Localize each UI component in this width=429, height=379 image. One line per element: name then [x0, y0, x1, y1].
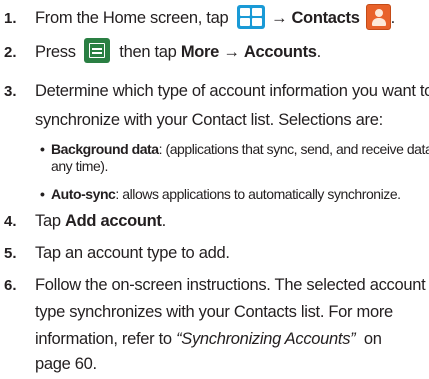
contacts-label: Contacts [291, 9, 360, 27]
bullet-dot: • [40, 141, 45, 157]
step-6-refer: information, refer to [35, 330, 172, 348]
step-3-line-1: Determine which type of account informat… [35, 82, 429, 100]
bullet-term: Background data [51, 141, 159, 157]
step-6-line-1: Follow the on-screen instructions. The s… [35, 276, 426, 294]
step-2-then: then tap [119, 43, 177, 61]
step-3-line-2: synchronize with your Contact list. Sele… [35, 111, 383, 129]
step-text: Press then tap More → Accounts. [35, 38, 427, 67]
menu-key-icon [83, 38, 110, 64]
step-4-end: . [161, 212, 167, 230]
step-6-on: on [363, 330, 382, 348]
step-1-end: . [390, 9, 396, 27]
step-number: 2. [4, 44, 17, 61]
bullet-text-line-2: any time). [51, 158, 108, 174]
step-number: 1. [4, 10, 17, 27]
step-number: 5. [4, 245, 17, 262]
bullet-dot: • [40, 186, 45, 202]
step-text: Tap Add account. [35, 207, 427, 236]
step-1-text: From the Home screen, tap [35, 9, 229, 27]
step-2-press: Press [35, 43, 76, 61]
step-4-tap: Tap [35, 212, 61, 230]
step-text: From the Home screen, tap → Contacts . [35, 3, 427, 33]
bullet-text: Background data: (applications that sync… [51, 141, 429, 158]
add-account-label: Add account [65, 212, 162, 230]
apps-grid-icon [236, 4, 265, 29]
bullet-rest: : (applications that sync, send, and rec… [158, 141, 429, 157]
bullet-term: Auto-sync [51, 186, 116, 202]
step-6-line-2: type synchronizes with your Contacts lis… [35, 303, 393, 321]
more-label: More [180, 43, 220, 61]
cross-reference-link[interactable]: “Synchronizing Accounts” [176, 330, 356, 348]
step-number: 4. [4, 213, 17, 230]
step-2-end: . [316, 43, 322, 61]
step-number: 3. [4, 83, 17, 100]
step-number: 6. [4, 277, 17, 294]
arrow-glyph: → [223, 43, 240, 61]
step-5-text: Tap an account type to add. [35, 244, 230, 262]
step-6-line-4: page 60. [35, 355, 97, 373]
contacts-person-icon [365, 3, 391, 30]
bullet-rest: : allows applications to automatically s… [115, 186, 401, 202]
accounts-label: Accounts [243, 43, 317, 61]
instruction-page: 1. From the Home screen, tap → Contacts … [0, 0, 429, 379]
arrow-glyph: → [270, 9, 288, 27]
bullet-text: Auto-sync: allows applications to automa… [51, 186, 429, 203]
